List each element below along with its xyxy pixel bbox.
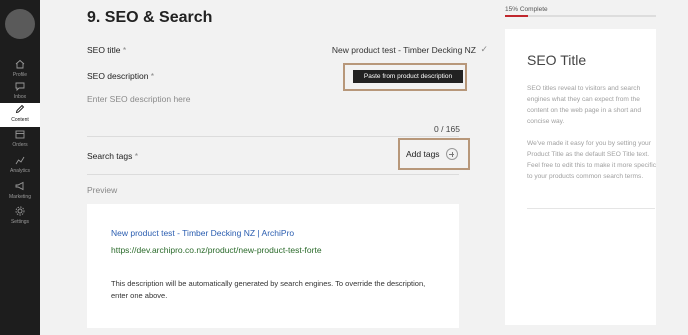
search-tags-label-text: Search tags	[87, 151, 133, 161]
sidebar-item-marketing[interactable]: Marketing	[0, 180, 40, 204]
check-icon: ✓	[480, 44, 488, 54]
sidebar-item-inbox[interactable]: Inbox	[0, 80, 40, 104]
preview-url: https://dev.archipro.co.nz/product/new-p…	[111, 245, 322, 255]
sidebar-item-label: Marketing	[9, 194, 31, 200]
paste-from-description-button[interactable]: Paste from product description	[353, 70, 463, 83]
help-panel: SEO Title SEO titles reveal to visitors …	[505, 29, 656, 325]
seo-title-label-text: SEO title	[87, 45, 121, 55]
character-counter: 0 / 165	[434, 124, 460, 134]
chat-icon	[15, 82, 25, 92]
gear-icon	[15, 206, 25, 216]
preview-title-link: New product test - Timber Decking NZ | A…	[111, 228, 295, 238]
add-tags-label: Add tags	[406, 149, 440, 159]
avatar[interactable]	[5, 9, 35, 39]
seo-description-input[interactable]: Enter SEO description here	[87, 94, 190, 104]
required-mark: *	[150, 71, 155, 81]
pencil-icon	[15, 104, 25, 114]
add-tags-highlight: Add tags	[398, 138, 470, 170]
search-tags-label: Search tags *	[87, 151, 138, 161]
megaphone-icon	[15, 181, 24, 191]
sidebar-item-label: Settings	[10, 219, 30, 225]
seo-title-label: SEO title *	[87, 45, 126, 55]
progress-bar	[505, 15, 656, 17]
plus-circle-icon	[445, 148, 458, 160]
divider	[87, 136, 459, 137]
section-title: 9. SEO & Search	[87, 9, 213, 26]
paste-button-highlight: Paste from product description	[343, 63, 467, 91]
sidebar: Profile Inbox Content Orders Analytics M…	[0, 0, 40, 335]
sidebar-item-label: Profile	[12, 72, 28, 78]
progress-label: 15% Complete	[505, 6, 548, 13]
sidebar-item-label: Orders	[12, 142, 28, 148]
home-icon	[15, 59, 25, 69]
required-mark: *	[134, 151, 139, 161]
sidebar-item-analytics[interactable]: Analytics	[0, 154, 40, 178]
help-paragraph: We've made it easy for you by setting yo…	[527, 140, 656, 180]
help-paragraph: SEO titles reveal to visitors and search…	[527, 85, 642, 125]
required-mark: *	[122, 45, 127, 55]
progress-fill	[505, 15, 528, 17]
sidebar-item-orders[interactable]: Orders	[0, 128, 40, 152]
seo-title-input[interactable]: New product test - Timber Decking NZ	[332, 45, 476, 55]
sidebar-item-label: Content	[11, 117, 29, 123]
seo-description-label: SEO description *	[87, 71, 154, 81]
box-icon	[15, 130, 25, 139]
sidebar-item-profile[interactable]: Profile	[0, 58, 40, 82]
sidebar-item-label: Inbox	[13, 94, 27, 100]
help-title: SEO Title	[527, 52, 587, 68]
add-tags-button[interactable]: Add tags	[406, 148, 458, 160]
preview-label: Preview	[87, 185, 118, 195]
chart-icon	[15, 156, 25, 165]
divider	[527, 208, 655, 209]
main-content: 9. SEO & Search SEO title * New product …	[40, 0, 500, 335]
preview-description: This description will be automatically g…	[111, 279, 426, 300]
seo-description-label-text: SEO description	[87, 71, 149, 81]
divider	[87, 174, 459, 175]
sidebar-item-settings[interactable]: Settings	[0, 205, 40, 229]
sidebar-item-content[interactable]: Content	[0, 103, 40, 127]
search-preview-card: New product test - Timber Decking NZ | A…	[87, 204, 459, 328]
sidebar-item-label: Analytics	[9, 168, 30, 174]
